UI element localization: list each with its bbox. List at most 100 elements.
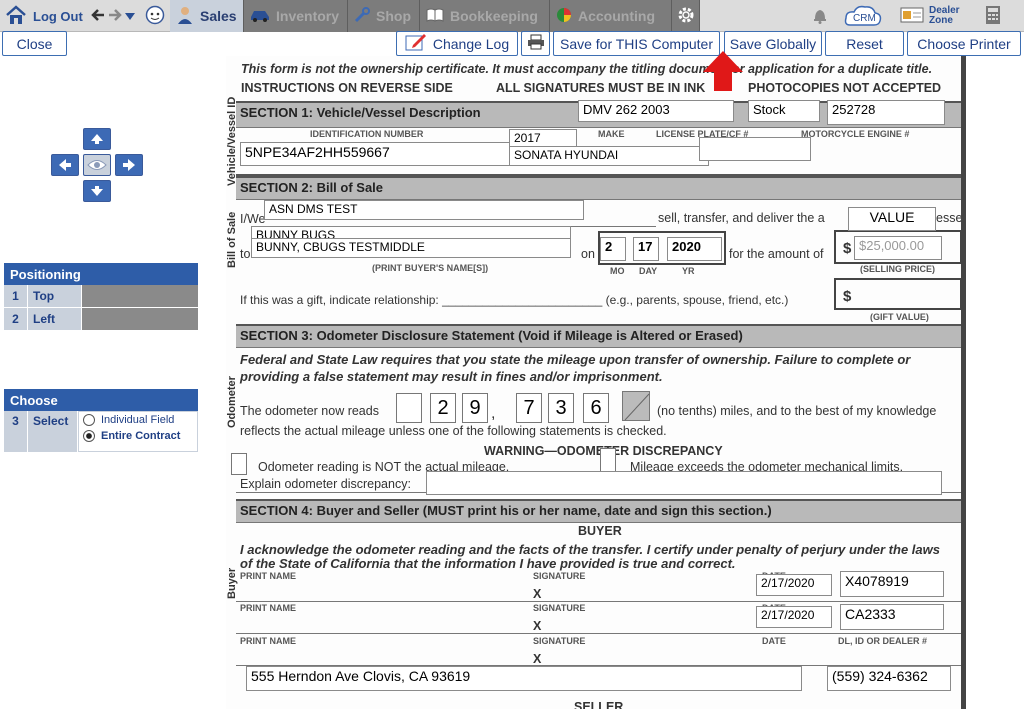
logout-link[interactable]: Log Out xyxy=(5,0,83,32)
option-entire-contract[interactable]: Entire Contract xyxy=(83,430,193,442)
tab-accounting[interactable]: Accounting xyxy=(550,0,672,32)
tab-inventory[interactable]: Inventory xyxy=(244,0,348,32)
save-computer-button[interactable]: Save for THIS Computer xyxy=(553,31,720,56)
form-right-edge xyxy=(961,56,966,709)
tab-shop[interactable]: Shop xyxy=(348,0,420,32)
buyer-dl-1-field[interactable]: X4078919 xyxy=(840,571,944,597)
move-right-button[interactable] xyxy=(115,154,143,176)
not-actual-checkbox[interactable] xyxy=(231,453,247,475)
reset-label: Reset xyxy=(846,35,883,52)
select-options: Individual Field Entire Contract xyxy=(78,411,198,452)
section4-header: SECTION 4: Buyer and Seller (MUST print … xyxy=(236,499,966,523)
year-date-field[interactable]: 2020 xyxy=(667,237,722,261)
header-instructions: INSTRUCTIONS ON REVERSE SIDE xyxy=(241,81,453,95)
month-field[interactable]: 2 xyxy=(600,237,626,261)
stock-number-field[interactable]: 252728 xyxy=(827,100,945,125)
back-button[interactable] xyxy=(90,0,106,32)
tab-sales-label: Sales xyxy=(200,8,237,24)
section3-header: SECTION 3: Odometer Disclosure Statement… xyxy=(236,324,966,348)
buyer-phone-field[interactable]: (559) 324-6362 xyxy=(827,666,951,691)
preview-button[interactable] xyxy=(83,154,111,176)
dollar-sign: $ xyxy=(843,240,852,257)
buyer-dl-2-field[interactable]: CA2333 xyxy=(840,604,944,630)
yr-label: YR xyxy=(682,266,695,276)
gift-value-box xyxy=(834,278,962,310)
move-left-button[interactable] xyxy=(51,154,79,176)
radio-checked-icon xyxy=(83,430,95,442)
buyer-name-2-field[interactable]: BUNNY, CBUGS TESTMIDDLE xyxy=(251,238,571,258)
odometer-digit-1[interactable] xyxy=(396,393,422,423)
arrow-right-icon xyxy=(122,159,136,171)
positioning-row-top: 1 Top xyxy=(4,285,198,307)
eye-icon xyxy=(87,159,107,171)
year-field[interactable]: 2017 xyxy=(509,129,577,147)
odometer-after-text: (no tenths) miles, and to the best of my… xyxy=(657,404,937,418)
license-plate-field[interactable] xyxy=(699,137,811,161)
salesperson-icon xyxy=(176,6,194,27)
move-down-button[interactable] xyxy=(83,180,111,202)
option-individual-field[interactable]: Individual Field xyxy=(83,414,193,426)
gift-text: If this was a gift, indicate relationshi… xyxy=(240,293,789,307)
odometer-comma: , xyxy=(491,405,496,422)
selling-price-field[interactable]: $25,000.00 xyxy=(854,236,942,260)
choose-row: 3 Select Individual Field Entire Contrac… xyxy=(4,411,198,452)
section2-header: SECTION 2: Bill of Sale xyxy=(236,176,966,200)
dealer-zone-label: Dealer Zone xyxy=(929,6,960,26)
buyer-date-2-field[interactable]: 2/17/2020 xyxy=(756,606,832,628)
reset-button[interactable]: Reset xyxy=(825,31,904,56)
section1-title: SECTION 1: Vehicle/Vessel Description xyxy=(240,105,481,120)
user-face-icon xyxy=(145,5,165,28)
seller-name-field[interactable]: ASN DMS TEST xyxy=(264,200,584,220)
left-value-field[interactable] xyxy=(82,308,198,330)
change-log-button[interactable]: Change Log xyxy=(396,31,518,56)
settings-button[interactable] xyxy=(672,0,700,32)
print-name-label-3: PRINT NAME xyxy=(240,636,296,646)
section4-title: SECTION 4: Buyer and Seller (MUST print … xyxy=(240,503,772,518)
buyer-address-field[interactable]: 555 Herndon Ave Clovis, CA 93619 xyxy=(246,666,802,691)
print-button[interactable] xyxy=(521,31,550,56)
day-field[interactable]: 17 xyxy=(633,237,659,261)
choose-header: Choose xyxy=(4,389,198,411)
buyer-date-1-field[interactable]: 2/17/2020 xyxy=(756,574,832,596)
history-dropdown[interactable] xyxy=(125,0,135,32)
wrench-icon xyxy=(354,6,370,26)
seller-heading: SELLER xyxy=(574,700,624,709)
make-model-field[interactable]: SONATA HYUNDAI xyxy=(509,146,709,166)
tab-sales[interactable]: Sales xyxy=(170,0,244,32)
buyer-vertical-label: Buyer xyxy=(226,567,238,599)
odometer-digit-3[interactable]: 9 xyxy=(462,393,488,423)
reflects-text: reflects the actual mileage unless one o… xyxy=(240,424,667,438)
selling-price-label: (SELLING PRICE) xyxy=(860,264,936,274)
move-up-button[interactable] xyxy=(83,128,111,150)
notifications-button[interactable] xyxy=(811,0,829,32)
discrepancy-explain-field[interactable] xyxy=(426,471,942,495)
dealer-zone-button[interactable]: Dealer Zone xyxy=(900,0,960,32)
explain-text: Explain odometer discrepancy: xyxy=(240,477,411,491)
vin-field[interactable]: 5NPE34AF2HH559667 xyxy=(240,142,512,166)
arrow-down-icon xyxy=(90,185,104,197)
arrow-left-icon xyxy=(58,159,72,171)
stock-label-field[interactable]: Stock xyxy=(748,100,820,122)
crm-button[interactable]: CRM xyxy=(844,0,882,32)
crm-label: CRM xyxy=(853,13,876,24)
dealer-zone-line2: Zone xyxy=(929,15,953,26)
odometer-digit-6[interactable]: 6 xyxy=(583,393,609,423)
user-button[interactable] xyxy=(145,0,165,32)
dmv-form-field[interactable]: DMV 262 2003 xyxy=(578,100,734,122)
top-value-field[interactable] xyxy=(82,285,198,307)
odometer-digit-4[interactable]: 7 xyxy=(516,393,542,423)
value-field[interactable]: VALUE xyxy=(848,207,936,231)
tab-bookkeeping[interactable]: Bookkeeping xyxy=(420,0,550,32)
close-button[interactable]: Close xyxy=(2,31,67,56)
pie-chart-icon xyxy=(556,7,572,26)
forward-button[interactable] xyxy=(107,0,123,32)
odometer-digit-2[interactable]: 2 xyxy=(430,393,456,423)
printer-icon xyxy=(527,34,545,53)
odometer-digit-5[interactable]: 3 xyxy=(548,393,574,423)
tenths-box xyxy=(622,391,650,421)
calculator-button[interactable] xyxy=(985,0,1001,32)
choose-printer-button[interactable]: Choose Printer xyxy=(907,31,1021,56)
make-label: MAKE xyxy=(598,129,625,139)
positioning-header: Positioning xyxy=(4,263,198,285)
top-nav: Log Out Sales Inventory Shop Bookkeeping… xyxy=(0,0,1024,32)
